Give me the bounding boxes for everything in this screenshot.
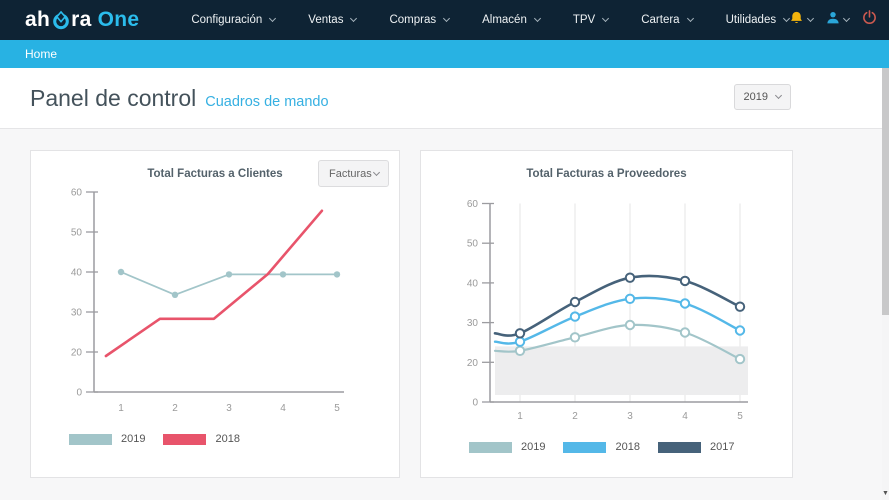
svg-text:5: 5: [334, 403, 340, 414]
navbar-actions: [789, 10, 877, 30]
svg-text:4: 4: [682, 411, 688, 422]
svg-text:0: 0: [472, 398, 478, 409]
svg-text:3: 3: [627, 411, 633, 422]
card-total-facturas-proveedores: Total Facturas a Proveedores 0 20 30 40 50 60…: [420, 150, 793, 478]
scroll-down-arrow-icon[interactable]: ▼: [882, 490, 889, 498]
chevron-down-icon: [807, 15, 814, 22]
breadcrumb-home[interactable]: Home: [25, 47, 57, 61]
chevron-down-icon: [373, 168, 380, 175]
scrollbar-thumb[interactable]: [882, 68, 889, 315]
chevron-down-icon: [687, 15, 694, 22]
logout-button[interactable]: [862, 10, 877, 30]
svg-text:50: 50: [71, 228, 83, 239]
page-title: Panel de control Cuadros de mando: [30, 85, 329, 112]
svg-text:40: 40: [467, 278, 479, 289]
nav-item-tpv[interactable]: TPV: [573, 14, 608, 26]
legend-item-2018: 2018: [163, 433, 239, 445]
top-navbar: ah ra One Configuración Ventas Compras A…: [0, 0, 889, 40]
chevron-down-icon: [775, 92, 782, 99]
clients-line-chart: 0 20 30 40 50 60 1 2 3 4 5: [31, 181, 399, 431]
power-icon: [862, 10, 877, 30]
svg-text:40: 40: [71, 268, 83, 279]
nav-item-almacen[interactable]: Almacén: [482, 14, 540, 26]
invoice-type-select-value: Facturas: [329, 168, 372, 180]
svg-text:50: 50: [467, 239, 479, 250]
svg-text:1: 1: [118, 403, 124, 414]
user-icon: [826, 11, 840, 30]
main-menu: Configuración Ventas Compras Almacén TPV…: [191, 14, 789, 26]
card-total-facturas-clientes: Total Facturas a Clientes Facturas 02030…: [30, 150, 400, 478]
chart-legend: 2019 2018: [69, 433, 240, 445]
breadcrumb: Home: [0, 40, 889, 68]
bell-icon: [789, 11, 804, 30]
nav-item-compras[interactable]: Compras: [389, 14, 449, 26]
svg-text:2: 2: [572, 411, 578, 422]
legend-item-2019: 2019: [469, 441, 545, 453]
year-select[interactable]: 2019: [734, 84, 791, 110]
page-subtitle: Cuadros de mando: [205, 94, 328, 110]
legend-swatch-2018: [563, 442, 606, 453]
legend-swatch-2019: [69, 434, 112, 445]
dashboard-screen: ah ra One Configuración Ventas Compras A…: [0, 0, 889, 500]
nav-item-configuracion[interactable]: Configuración: [191, 14, 275, 26]
svg-text:20: 20: [467, 358, 479, 369]
svg-text:60: 60: [71, 188, 83, 199]
providers-line-chart: 0 20 30 40 50 60 1 2 3 4 5: [421, 181, 792, 436]
svg-text:3: 3: [226, 403, 232, 414]
logo-text-right: ra: [71, 8, 91, 32]
chevron-down-icon: [350, 15, 357, 22]
legend-item-2019: 2019: [69, 433, 145, 445]
legend-swatch-2017: [658, 442, 701, 453]
logo-text-left: ah: [25, 8, 50, 32]
page-header: Panel de control Cuadros de mando 2019: [0, 68, 889, 129]
chart-title: Total Facturas a Proveedores: [421, 151, 792, 180]
notifications-button[interactable]: [789, 11, 813, 30]
logo-o-icon: [50, 10, 71, 31]
svg-text:2: 2: [172, 403, 178, 414]
year-select-value: 2019: [744, 91, 768, 103]
nav-item-ventas[interactable]: Ventas: [308, 14, 356, 26]
chevron-down-icon: [269, 15, 276, 22]
app-logo[interactable]: ah ra One: [25, 8, 139, 32]
svg-text:0: 0: [76, 388, 82, 399]
account-button[interactable]: [826, 11, 849, 30]
nav-item-utilidades[interactable]: Utilidades: [726, 14, 790, 26]
legend-swatch-2018: [163, 434, 206, 445]
nav-item-cartera[interactable]: Cartera: [641, 14, 692, 26]
legend-item-2018: 2018: [563, 441, 639, 453]
legend-item-2017: 2017: [658, 441, 734, 453]
svg-text:1: 1: [517, 411, 523, 422]
chart-legend: 2019 2018 2017: [469, 441, 734, 453]
legend-swatch-2019: [469, 442, 512, 453]
svg-text:4: 4: [280, 403, 286, 414]
svg-text:5: 5: [737, 411, 743, 422]
svg-text:30: 30: [467, 318, 479, 329]
svg-text:20: 20: [71, 348, 83, 359]
chevron-down-icon: [843, 15, 850, 22]
svg-text:30: 30: [71, 308, 83, 319]
chevron-down-icon: [443, 15, 450, 22]
chevron-down-icon: [602, 15, 609, 22]
scrollbar[interactable]: ▼: [882, 68, 889, 500]
chevron-down-icon: [534, 15, 541, 22]
svg-text:60: 60: [467, 199, 479, 210]
logo-suffix: One: [98, 8, 140, 32]
